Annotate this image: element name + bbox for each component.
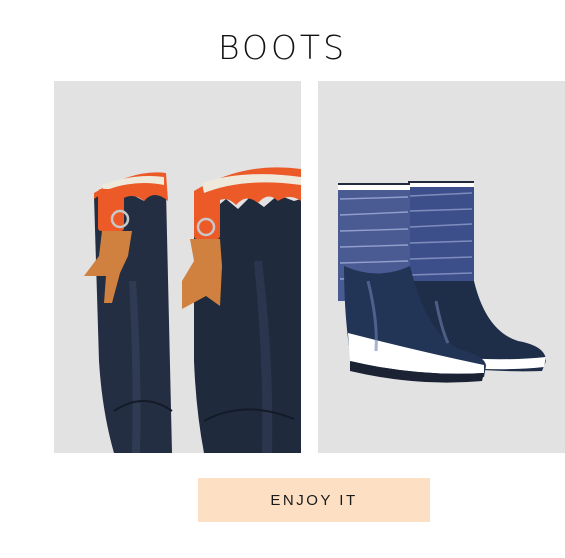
section-title: BOOTS — [217, 28, 348, 67]
product-image-short-boots[interactable] — [318, 81, 565, 453]
short-boots-image — [318, 81, 565, 453]
enjoy-it-button[interactable]: ENJOY IT — [198, 478, 430, 522]
tall-boots-image — [54, 81, 301, 453]
product-image-tall-boots[interactable] — [54, 81, 301, 453]
